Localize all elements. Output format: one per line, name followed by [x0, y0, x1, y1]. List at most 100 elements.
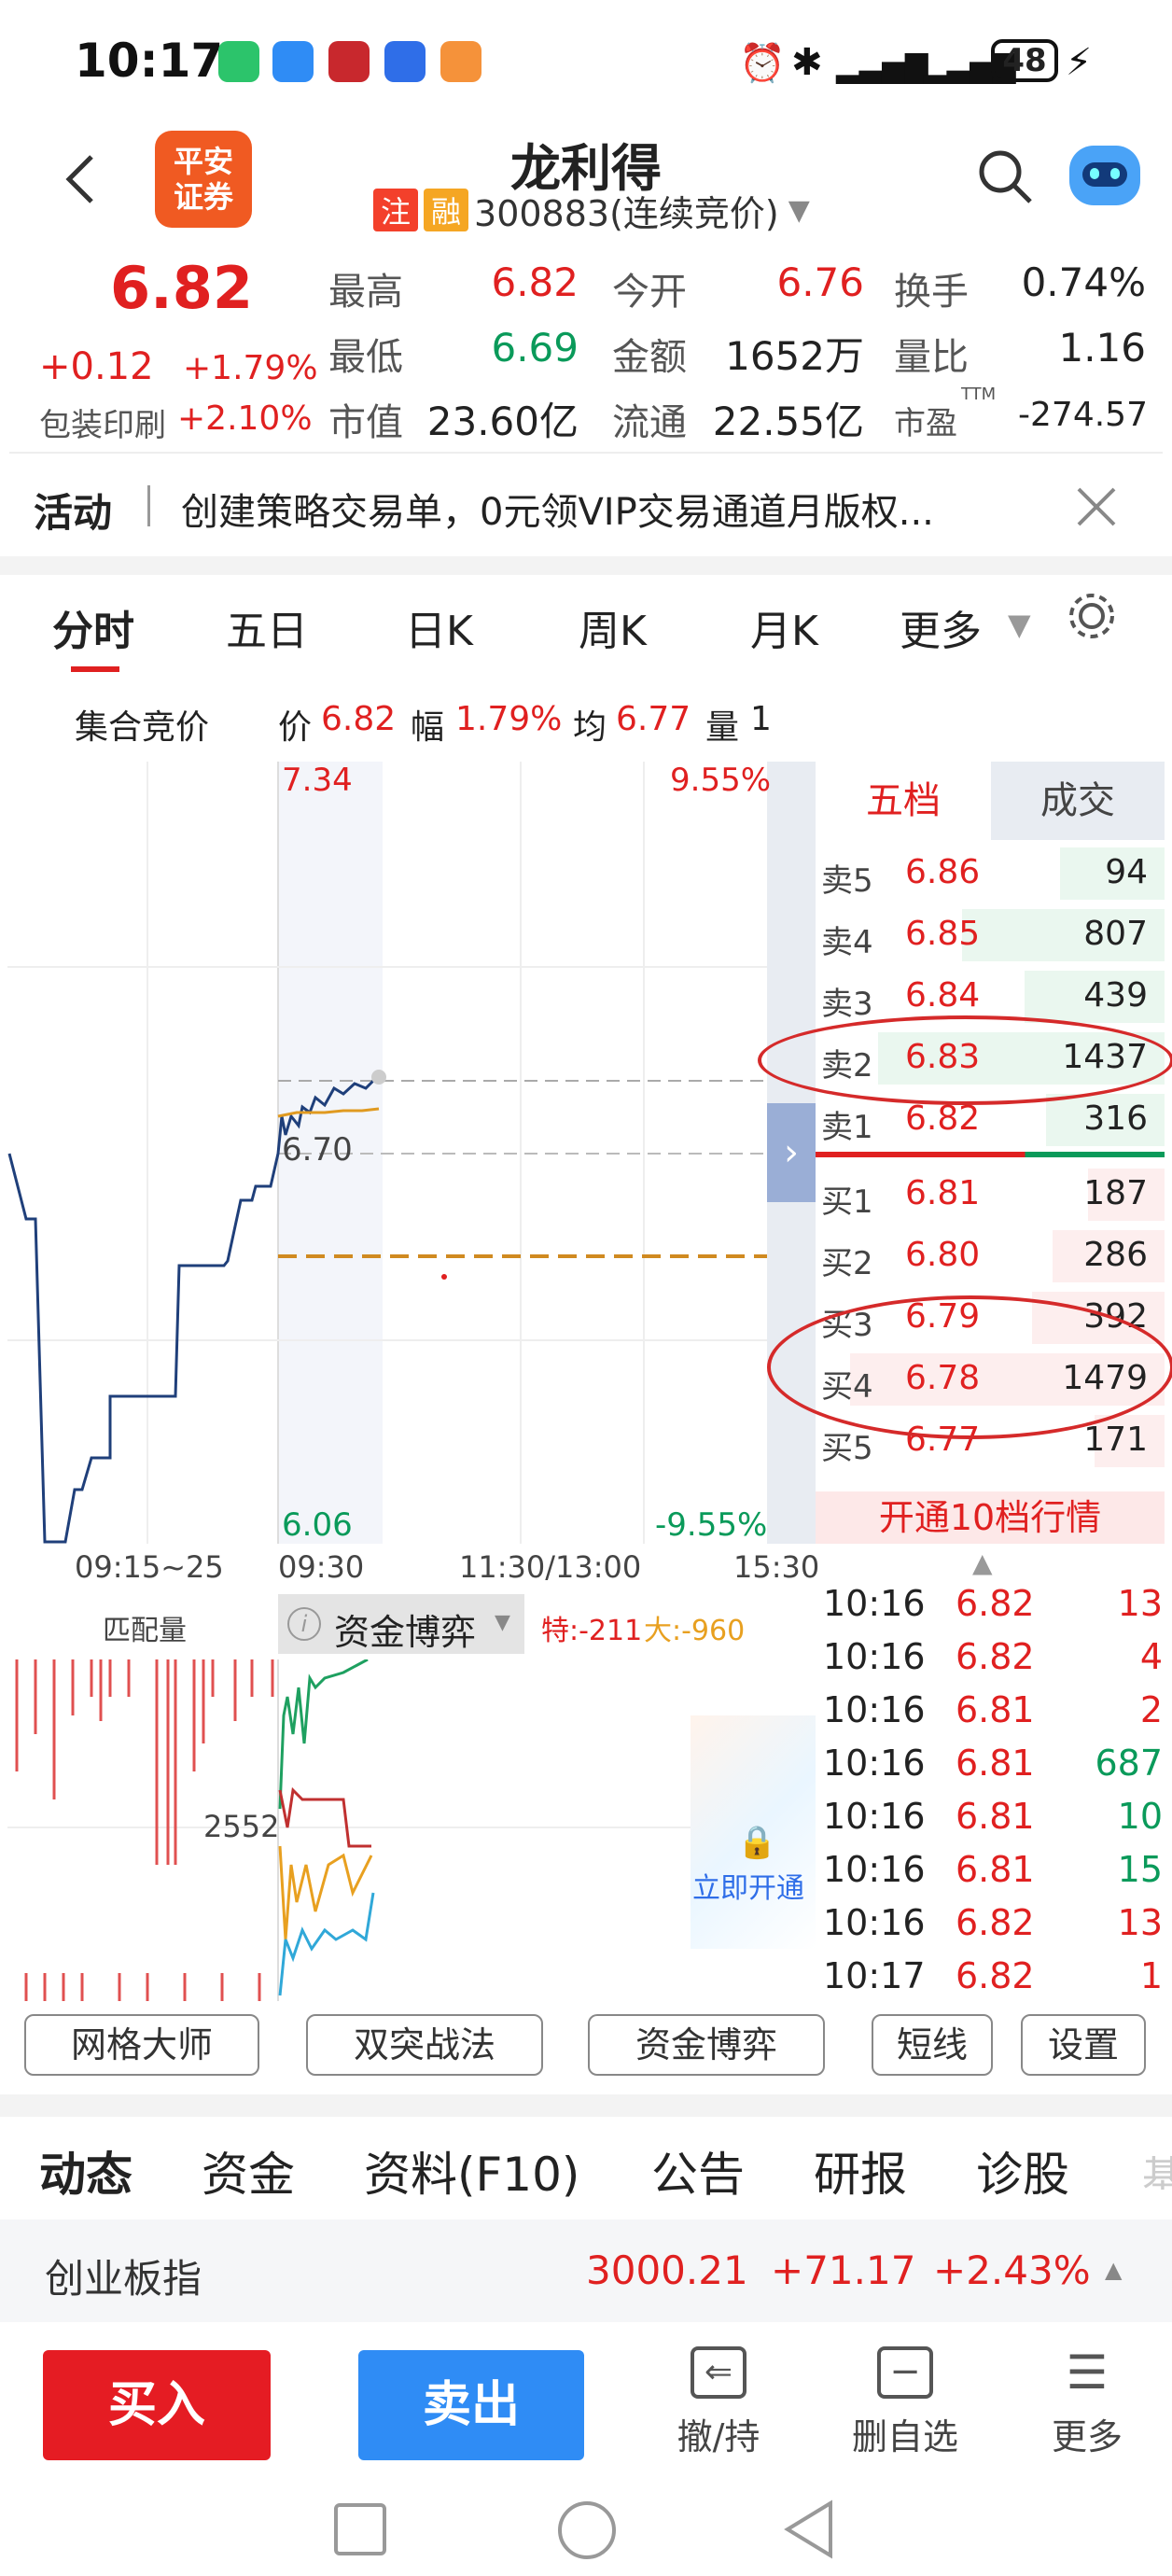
high-value: 6.82: [491, 259, 579, 305]
back-nav-icon[interactable]: [782, 2499, 838, 2563]
auction-price: 6.82: [321, 700, 397, 738]
app-header: 平安 证券 龙利得 注 融 300883(连续竞价) ▼: [0, 131, 1172, 243]
ask-row[interactable]: 卖5 6.86 94: [816, 844, 1165, 903]
current-price: 6.82: [110, 254, 253, 322]
more-button[interactable]: ☰ 更多: [1026, 2346, 1148, 2468]
trade-price: 6.82: [956, 1955, 1035, 1996]
indicator-chart[interactable]: 2552 🔒 立即开通: [7, 1658, 816, 2001]
alarm-icon: ⏰: [739, 42, 786, 85]
da-flow: 大:-960: [644, 1615, 746, 1647]
ask-price: 6.82: [905, 1099, 981, 1138]
trade-volume: 13: [1117, 1902, 1163, 1943]
tool-button[interactable]: 资金博弈: [588, 2014, 825, 2076]
trade-time: 10:16: [823, 1583, 926, 1624]
info-tab[interactable]: 诊股: [976, 2137, 1069, 2205]
more-label: 更多: [1051, 2416, 1123, 2457]
chevron-up-icon[interactable]: ▲: [972, 1547, 993, 1578]
info-tab[interactable]: 公告: [651, 2137, 745, 2205]
info-tab[interactable]: 资料(F10): [364, 2137, 579, 2205]
intraday-chart[interactable]: 7.34 9.55% 6.70 6.06 -9.55% ›: [7, 762, 816, 1544]
sell-button[interactable]: 卖出: [358, 2350, 584, 2460]
recent-apps-icon[interactable]: [334, 2503, 386, 2555]
tool-button[interactable]: 双突战法: [306, 2014, 543, 2076]
search-icon[interactable]: [976, 147, 1036, 211]
tab-more[interactable]: 更多: [900, 597, 982, 657]
quote-panel: 6.82 +0.12 +1.79% 包装印刷 +2.10% 最高 6.82 今开…: [0, 245, 1172, 450]
tab-week-k[interactable]: 周K: [579, 597, 647, 657]
bid-row[interactable]: 买1 6.81 187: [816, 1165, 1165, 1225]
pe-label: 市盈: [894, 405, 957, 442]
more-tabs-hint: 基: [1142, 2153, 1172, 2190]
price-label: 价: [278, 708, 313, 747]
trade-row: 10:16 6.82 4: [816, 1631, 1172, 1683]
chart-svg: [7, 762, 816, 1544]
indicator-selector[interactable]: i 资金博弈 ▼: [278, 1594, 524, 1654]
chevron-up-icon[interactable]: ▲: [1105, 2257, 1122, 2283]
bid-volume: 187: [1083, 1174, 1148, 1212]
promo-banner[interactable]: 活动 创建策略交易单，0元领VIP交易通道月版权...: [0, 455, 1172, 556]
index-name: 创业板指: [45, 2256, 202, 2302]
info-icon[interactable]: i: [287, 1607, 321, 1641]
tab-five-day[interactable]: 五日: [226, 597, 308, 657]
open-value: 6.76: [776, 259, 864, 305]
tab-five-level[interactable]: 五档: [816, 762, 991, 840]
tool-button[interactable]: 网格大师: [24, 2014, 259, 2076]
divider: [9, 452, 1163, 454]
trade-volume: 15: [1117, 1849, 1163, 1890]
ask-volume: 807: [1083, 915, 1148, 953]
home-icon[interactable]: [558, 2501, 616, 2559]
unlock-text[interactable]: 立即开通: [692, 1865, 804, 1906]
notification-icon: [384, 41, 426, 82]
expand-panel-handle[interactable]: ›: [767, 1103, 816, 1202]
upgrade-banner[interactable]: 开通10档行情: [816, 1491, 1165, 1544]
low-value: 6.69: [491, 325, 579, 371]
zhu-badge: 注: [373, 189, 419, 231]
tool-button[interactable]: 短线: [872, 2014, 993, 2076]
close-icon[interactable]: [1073, 483, 1120, 534]
info-tab[interactable]: 研报: [814, 2137, 907, 2205]
trade-row: 10:16 6.81 10: [816, 1790, 1172, 1842]
chevron-down-icon: ▼: [495, 1611, 510, 1634]
system-nav-bar: [0, 2483, 1172, 2576]
mcap-label: 市值: [328, 401, 403, 444]
menu-icon: ☰: [1066, 2345, 1109, 2400]
index-bar[interactable]: 创业板指 3000.21 +71.17 +2.43% ▲: [0, 2219, 1172, 2322]
turnover-label: 换手: [894, 271, 969, 314]
vol-label: 量: [705, 708, 740, 747]
chevron-down-icon[interactable]: ▼: [1008, 607, 1031, 642]
index-value: 3000.21: [586, 2247, 748, 2293]
chart-tabs: 分时 五日 日K 周K 月K 更多 ▼: [0, 575, 1172, 679]
remove-watchlist-button[interactable]: − 删自选: [840, 2346, 970, 2468]
trade-row: 10:16 6.82 13: [816, 1897, 1172, 1949]
sector-name[interactable]: 包装印刷: [39, 399, 166, 445]
tab-day-k[interactable]: 日K: [405, 597, 473, 657]
chart-mid-price: 6.70: [282, 1131, 353, 1169]
trade-volume: 10: [1117, 1796, 1163, 1837]
auction-avg: 6.77: [616, 700, 691, 738]
chevron-down-icon[interactable]: ▼: [788, 194, 810, 227]
ask-volume: 316: [1083, 1099, 1148, 1138]
sector-pct[interactable]: +2.10%: [177, 399, 313, 438]
amp-label: 幅: [411, 708, 445, 747]
ask-price: 6.84: [905, 976, 981, 1015]
cancel-hold-button[interactable]: ⇐ 撤/持: [653, 2346, 784, 2468]
indicator-volume-label: 2552: [203, 1809, 280, 1844]
tab-intraday[interactable]: 分时: [52, 597, 134, 657]
robot-assistant-icon[interactable]: [1069, 146, 1140, 205]
cancel-hold-label: 撤/持: [677, 2416, 760, 2457]
trade-volume: 1: [1139, 1955, 1163, 1996]
buy-button[interactable]: 买入: [43, 2350, 271, 2460]
info-tab[interactable]: 动态: [39, 2137, 133, 2205]
ask-row[interactable]: 卖4 6.85 807: [816, 905, 1165, 965]
trade-price: 6.82: [956, 1902, 1035, 1943]
gear-icon[interactable]: [1064, 588, 1120, 648]
annotation-circle: [758, 1015, 1172, 1105]
ask-price: 6.86: [905, 853, 981, 891]
turnover-value: 0.74%: [1021, 259, 1146, 305]
info-tab[interactable]: 资金: [202, 2137, 295, 2205]
unlock-overlay[interactable]: 🔒 立即开通: [691, 1715, 816, 1949]
tab-month-k[interactable]: 月K: [750, 597, 818, 657]
bid-row[interactable]: 买2 6.80 286: [816, 1226, 1165, 1286]
tool-button[interactable]: 设置: [1021, 2014, 1146, 2076]
tab-trades[interactable]: 成交: [991, 762, 1165, 840]
